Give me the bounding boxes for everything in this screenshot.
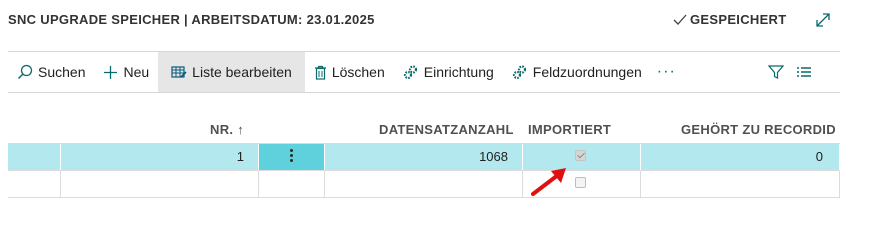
row-actions-cell[interactable] xyxy=(259,171,325,197)
field-mapping-button-label: Feldzuordnungen xyxy=(532,64,642,80)
trash-icon xyxy=(314,65,326,80)
column-header-record-count[interactable]: DATENSATZANZAHL xyxy=(379,122,514,137)
row-actions-cell[interactable] xyxy=(259,144,325,170)
setup-button[interactable]: Einrichtung xyxy=(394,52,503,92)
annotation-arrow-icon xyxy=(531,168,566,196)
edit-list-button[interactable]: Liste bearbeiten xyxy=(158,52,305,92)
belongs-to-cell[interactable] xyxy=(641,171,840,197)
new-button-label: Neu xyxy=(123,64,150,80)
new-button[interactable]: Neu xyxy=(94,52,158,92)
row-selector-cell[interactable] xyxy=(8,144,61,170)
imported-checkbox[interactable] xyxy=(575,177,586,188)
filter-icon[interactable] xyxy=(768,64,784,80)
imported-checkbox[interactable] xyxy=(575,150,586,161)
column-header-belongs-to[interactable]: GEHÖRT ZU RECORDID xyxy=(681,122,836,137)
saved-status-label: GESPEICHERT xyxy=(690,12,787,27)
search-button-label: Suchen xyxy=(38,64,86,80)
more-options-button[interactable]: ··· xyxy=(651,63,682,81)
column-header-imported[interactable]: IMPORTIERT xyxy=(528,122,611,137)
more-vertical-icon[interactable] xyxy=(290,149,293,164)
data-grid: NR. ↑ DATENSATZANZAHL IMPORTIERT GEHÖRT … xyxy=(8,115,840,198)
action-bar: Suchen Neu Liste bearbeiten Löschen Einr… xyxy=(8,51,840,93)
record-count-cell[interactable]: 1068 xyxy=(325,144,523,170)
record-count-cell[interactable] xyxy=(325,171,523,197)
plus-icon xyxy=(104,65,118,79)
list-view-icon[interactable] xyxy=(796,65,812,79)
saved-status: GESPEICHERT xyxy=(672,12,786,27)
delete-button[interactable]: Löschen xyxy=(305,52,394,92)
nr-cell[interactable] xyxy=(61,171,259,197)
gears-icon xyxy=(512,65,526,80)
edit-grid-icon xyxy=(171,66,187,78)
row-selector-cell[interactable] xyxy=(8,171,61,197)
setup-button-label: Einrichtung xyxy=(423,64,494,80)
belongs-to-cell[interactable]: 0 xyxy=(641,144,840,170)
gears-icon xyxy=(403,65,417,80)
delete-button-label: Löschen xyxy=(331,64,385,80)
field-mapping-button[interactable]: Feldzuordnungen xyxy=(503,52,651,92)
search-icon xyxy=(17,64,33,80)
grid-header: NR. ↑ DATENSATZANZAHL IMPORTIERT GEHÖRT … xyxy=(8,115,840,143)
expand-icon[interactable] xyxy=(814,11,832,29)
search-button[interactable]: Suchen xyxy=(8,52,94,92)
checkmark-icon xyxy=(673,14,687,25)
edit-list-button-label: Liste bearbeiten xyxy=(192,64,292,80)
nr-cell[interactable]: 1 xyxy=(61,144,259,170)
page-title: SNC UPGRADE SPEICHER | ARBEITSDATUM: 23.… xyxy=(8,12,375,27)
column-header-nr[interactable]: NR. ↑ xyxy=(210,122,244,137)
table-row[interactable] xyxy=(8,170,840,198)
table-row[interactable]: 1 1068 0 xyxy=(8,143,840,170)
page-header: SNC UPGRADE SPEICHER | ARBEITSDATUM: 23.… xyxy=(0,0,876,50)
